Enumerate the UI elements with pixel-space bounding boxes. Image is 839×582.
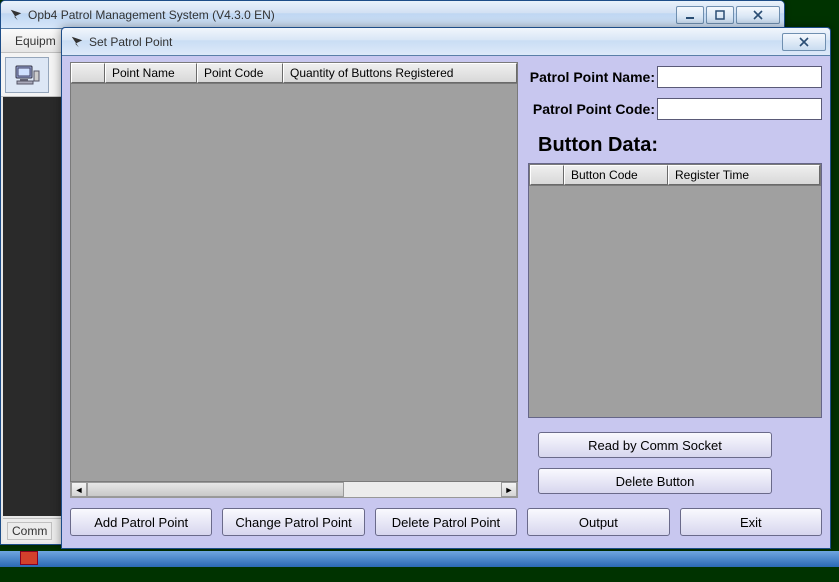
- status-panel-comm: Comm: [7, 522, 52, 540]
- patrol-point-name-label: Patrol Point Name:: [528, 69, 655, 85]
- horizontal-scrollbar[interactable]: ◄ ►: [70, 482, 518, 498]
- read-by-comm-socket-button[interactable]: Read by Comm Socket: [538, 432, 772, 458]
- app-icon: [9, 8, 23, 22]
- scroll-track[interactable]: [87, 482, 501, 497]
- delete-patrol-point-button[interactable]: Delete Patrol Point: [375, 508, 517, 536]
- scroll-right-button[interactable]: ►: [501, 482, 517, 497]
- main-titlebar[interactable]: Opb4 Patrol Management System (V4.3.0 EN…: [1, 1, 784, 29]
- button-grid-header: Button Code Register Time: [529, 164, 821, 186]
- scroll-thumb[interactable]: [87, 482, 344, 497]
- dialog-close-button[interactable]: [782, 33, 826, 51]
- grid-header-point-name[interactable]: Point Name: [105, 63, 197, 83]
- dialog-icon: [70, 35, 84, 49]
- add-patrol-point-button[interactable]: Add Patrol Point: [70, 508, 212, 536]
- toolbar-button-equipment[interactable]: [5, 57, 49, 93]
- patrol-point-grid-header: Point Name Point Code Quantity of Button…: [70, 62, 518, 84]
- set-patrol-point-dialog: Set Patrol Point Point Name Point Code Q…: [61, 27, 831, 549]
- patrol-point-detail-panel: Patrol Point Name: Patrol Point Code: Bu…: [528, 62, 822, 498]
- dialog-title: Set Patrol Point: [89, 35, 782, 49]
- maximize-button[interactable]: [706, 6, 734, 24]
- scroll-left-button[interactable]: ◄: [71, 482, 87, 497]
- menu-item-equipment[interactable]: Equipm: [7, 32, 64, 50]
- taskbar[interactable]: [0, 551, 839, 567]
- patrol-point-grid-body[interactable]: [70, 84, 518, 482]
- button-grid-body[interactable]: [529, 186, 821, 417]
- close-button[interactable]: [736, 6, 780, 24]
- button-grid-header-code[interactable]: Button Code: [564, 165, 668, 185]
- grid-header-quantity[interactable]: Quantity of Buttons Registered: [283, 63, 517, 83]
- button-data-heading: Button Data:: [538, 134, 822, 157]
- delete-button-button[interactable]: Delete Button: [538, 468, 772, 494]
- patrol-point-name-input[interactable]: [657, 66, 822, 88]
- grid-header-point-code[interactable]: Point Code: [197, 63, 283, 83]
- main-window-title: Opb4 Patrol Management System (V4.3.0 EN…: [28, 8, 676, 22]
- dialog-window-controls: [782, 33, 826, 51]
- dialog-titlebar[interactable]: Set Patrol Point: [62, 28, 830, 56]
- minimize-button[interactable]: [676, 6, 704, 24]
- patrol-point-list-panel: Point Name Point Code Quantity of Button…: [70, 62, 518, 498]
- patrol-point-code-input[interactable]: [657, 98, 822, 120]
- output-button[interactable]: Output: [527, 508, 669, 536]
- window-controls: [676, 6, 780, 24]
- exit-button[interactable]: Exit: [680, 508, 822, 536]
- grid-header-blank[interactable]: [71, 63, 105, 83]
- taskbar-item[interactable]: [20, 551, 38, 565]
- patrol-point-code-label: Patrol Point Code:: [528, 101, 655, 117]
- button-grid-header-time[interactable]: Register Time: [668, 165, 820, 185]
- button-grid-header-blank[interactable]: [530, 165, 564, 185]
- button-data-grid: Button Code Register Time: [528, 163, 822, 418]
- dialog-bottom-buttons: Add Patrol Point Change Patrol Point Del…: [70, 508, 822, 540]
- computer-icon: [13, 64, 41, 86]
- change-patrol-point-button[interactable]: Change Patrol Point: [222, 508, 364, 536]
